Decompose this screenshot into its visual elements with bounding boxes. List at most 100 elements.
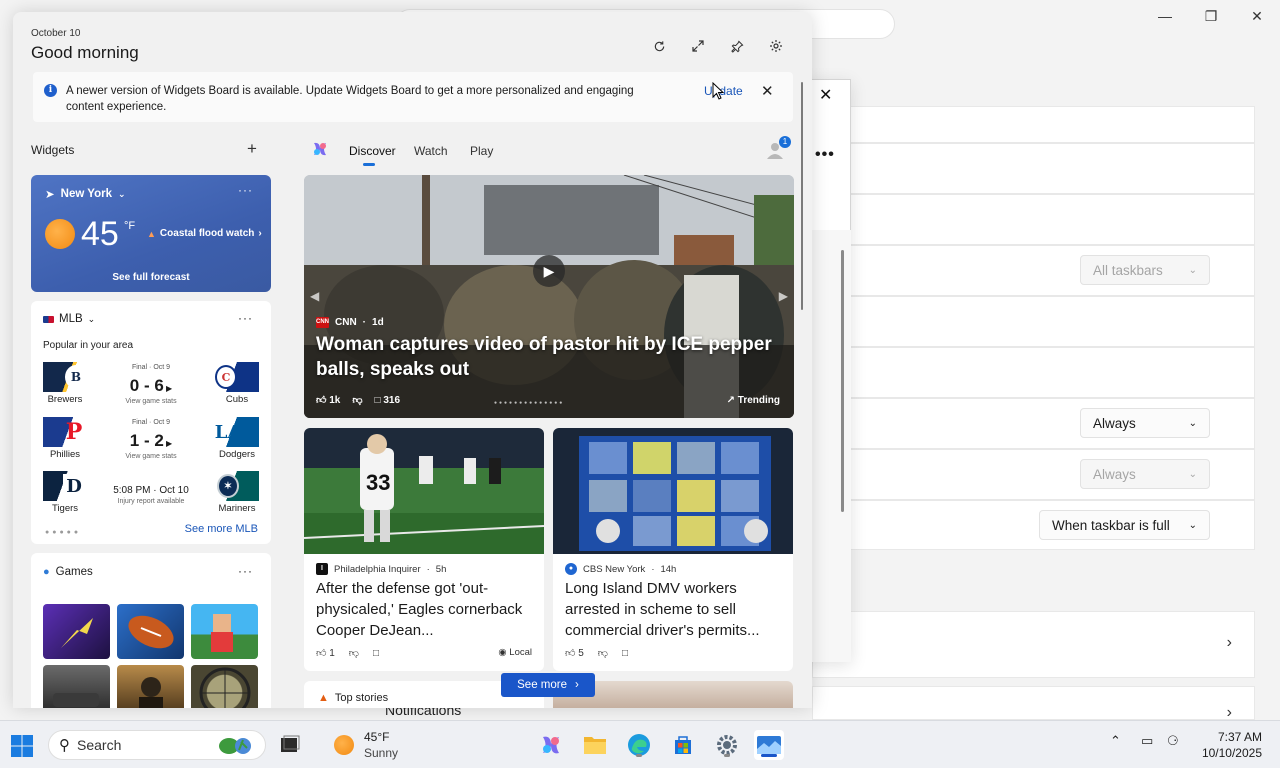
- mlb-header[interactable]: MLB ⌄: [43, 313, 95, 325]
- widgets-app-icon[interactable]: [754, 730, 784, 760]
- always-dropdown-disabled[interactable]: Always ⌄: [1080, 459, 1210, 489]
- pin-icon[interactable]: [724, 37, 750, 55]
- news-card[interactable]: 33 I Philadelphia Inquirer · 5h After th…: [304, 428, 544, 671]
- hazmob-game-tile[interactable]: [117, 665, 184, 708]
- weather-location[interactable]: ➤ New York ⌄: [45, 187, 126, 201]
- start-button[interactable]: [11, 735, 33, 757]
- weather-widget[interactable]: ➤ New York ⌄ ··· 45 °F ▲ Coastal flood w…: [31, 175, 271, 292]
- story-headline[interactable]: Woman captures video of pastor hit by IC…: [316, 332, 776, 382]
- more-options-icon[interactable]: ···: [238, 311, 253, 325]
- scrollbar[interactable]: [801, 82, 803, 310]
- microsoft-store-icon[interactable]: [668, 730, 698, 760]
- separator: ·: [426, 563, 430, 575]
- hunting-game-tile[interactable]: [191, 665, 258, 708]
- copilot-icon[interactable]: [311, 140, 329, 158]
- dislike-button[interactable]: 👎︎: [349, 647, 359, 659]
- dropdown-value: When taskbar is full: [1052, 517, 1170, 533]
- pagination-dots[interactable]: ●●●●●: [45, 529, 81, 536]
- comment-button[interactable]: □: [373, 648, 379, 659]
- play-icon: ▶: [163, 439, 173, 448]
- profile-avatar-icon[interactable]: 1: [765, 136, 791, 160]
- taskbar-search[interactable]: ⚲ Search: [48, 730, 266, 760]
- story-headline[interactable]: After the defense got 'out-physicaled,' …: [316, 578, 534, 641]
- refresh-icon[interactable]: [646, 37, 672, 55]
- dislike-button[interactable]: 👎︎: [598, 647, 608, 659]
- game-row[interactable]: B Brewers Final · Oct 9 0 - 6 ▶ View gam…: [43, 362, 259, 408]
- add-widget-button[interactable]: +: [247, 139, 257, 159]
- always-dropdown[interactable]: Always ⌄: [1080, 408, 1210, 438]
- mlb-title: MLB: [59, 313, 83, 325]
- scrollbar[interactable]: [841, 250, 844, 512]
- like-button[interactable]: 👍︎ 1: [316, 647, 335, 659]
- taskbar-weather[interactable]: 45°F Sunny: [334, 729, 424, 763]
- mlb-logo-icon: [43, 315, 54, 323]
- file-explorer-icon[interactable]: [580, 730, 610, 760]
- block-game-tile[interactable]: [191, 604, 258, 659]
- settings-app-icon[interactable]: [712, 730, 742, 760]
- like-button[interactable]: 👍︎ 1k: [316, 394, 340, 406]
- game-row[interactable]: P Phillies Final · Oct 9 1 - 2 ▶ View ga…: [43, 417, 259, 463]
- dropdown-value: Always: [1093, 466, 1136, 482]
- sunny-icon: [45, 219, 75, 249]
- dislike-button[interactable]: 👎︎: [352, 394, 362, 406]
- comment-button[interactable]: □ 316: [375, 395, 401, 406]
- team-name: Mariners: [218, 503, 256, 514]
- story-source: CNN CNN · 1d: [316, 317, 384, 328]
- see-more-button[interactable]: See more ›: [501, 673, 595, 697]
- more-options-icon[interactable]: ···: [238, 183, 253, 197]
- more-options-icon[interactable]: •••: [815, 146, 835, 164]
- maximize-icon[interactable]: ❐: [1188, 0, 1234, 32]
- edge-browser-icon[interactable]: [624, 730, 654, 760]
- forecast-link[interactable]: See full forecast: [31, 272, 271, 283]
- story-headline[interactable]: Long Island DMV workers arrested in sche…: [565, 578, 783, 641]
- tab-watch[interactable]: Watch: [414, 144, 448, 158]
- expand-icon[interactable]: [685, 37, 711, 55]
- arrow-game-tile[interactable]: [43, 604, 110, 659]
- game-stats-link[interactable]: View game stats: [103, 398, 199, 405]
- hero-story-card[interactable]: ◀ ▶ ▶ CNN CNN · 1d Woman captures video …: [304, 175, 794, 418]
- game-row[interactable]: D Tigers 5:08 PM · Oct 10 Injury report …: [43, 471, 259, 517]
- settings-row: [812, 296, 1255, 347]
- racing-game-tile[interactable]: [43, 665, 110, 708]
- game-stats-link[interactable]: View game stats: [103, 453, 199, 460]
- comment-button[interactable]: □: [622, 648, 628, 659]
- settings-row[interactable]: [812, 611, 1255, 678]
- story-age: 1d: [372, 317, 384, 328]
- minimize-icon[interactable]: —: [1142, 0, 1188, 32]
- running-indicator: [724, 754, 730, 757]
- tab-play[interactable]: Play: [470, 144, 493, 158]
- sunny-icon: [334, 735, 354, 755]
- see-more-mlb-link[interactable]: See more MLB: [185, 523, 258, 535]
- all-taskbars-dropdown[interactable]: All taskbars ⌄: [1080, 255, 1210, 285]
- when-full-dropdown[interactable]: When taskbar is full ⌄: [1039, 510, 1210, 540]
- injury-report-link[interactable]: Injury report available: [99, 498, 203, 505]
- svg-text:33: 33: [366, 470, 390, 495]
- task-view-icon[interactable]: [275, 730, 305, 760]
- settings-gear-icon[interactable]: [763, 37, 789, 55]
- dropdown-value: Always: [1093, 415, 1136, 431]
- games-title: Games: [55, 566, 93, 578]
- news-card[interactable]: ● CBS New York · 14h Long Island DMV wor…: [553, 428, 793, 671]
- story-actions: 👍︎ 1 👎︎ □: [316, 647, 379, 660]
- more-options-icon[interactable]: ···: [238, 564, 253, 578]
- volume-icon[interactable]: ⚆: [1167, 733, 1179, 749]
- system-clock[interactable]: 7:37 AM 10/10/2025: [1202, 729, 1262, 761]
- carousel-dots[interactable]: ●●●●●●●●●●●●●●: [494, 400, 564, 406]
- weather-alert[interactable]: ▲ Coastal flood watch ›: [147, 228, 262, 239]
- play-icon: ▶: [163, 384, 173, 393]
- tab-discover[interactable]: Discover: [349, 144, 396, 158]
- football-game-tile[interactable]: [117, 604, 184, 659]
- carousel-prev-icon[interactable]: ◀: [310, 289, 319, 303]
- active-tab-indicator: [363, 163, 375, 166]
- copilot-app-icon[interactable]: [536, 730, 566, 760]
- chevron-up-icon[interactable]: ⌃: [1110, 733, 1121, 749]
- close-icon[interactable]: ✕: [819, 85, 832, 105]
- network-icon[interactable]: ▭: [1141, 733, 1153, 749]
- settings-row[interactable]: [812, 686, 1255, 720]
- carousel-next-icon[interactable]: ▶: [779, 289, 788, 303]
- like-button[interactable]: 👍︎ 5: [565, 647, 584, 659]
- game-status: Final · Oct 9: [131, 419, 171, 426]
- play-video-button[interactable]: ▶: [533, 255, 565, 287]
- close-icon[interactable]: ✕: [761, 82, 774, 100]
- close-icon[interactable]: ✕: [1234, 0, 1280, 32]
